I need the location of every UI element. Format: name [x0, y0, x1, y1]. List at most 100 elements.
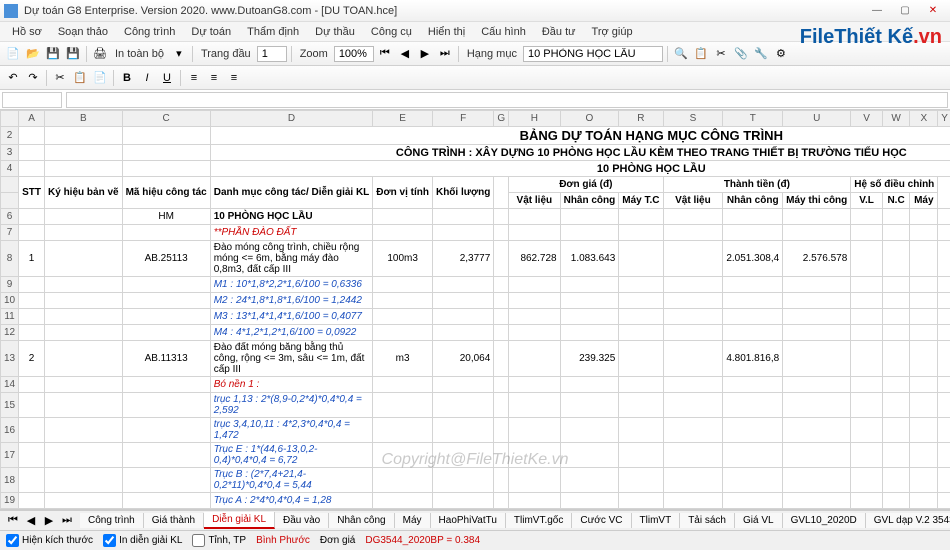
sheet-tab[interactable]: GVL10_2020D — [783, 513, 866, 528]
tool-a[interactable]: 🔍 — [672, 45, 690, 63]
bold-icon[interactable]: B — [118, 69, 136, 87]
col-header[interactable]: F — [432, 111, 493, 127]
data-row[interactable]: 11M3 : 13*1,4*1,4*1,6/100 = 0,4077 — [1, 309, 950, 325]
data-row[interactable]: 132AB.11313Đào đất móng băng bằng thủ cô… — [1, 341, 950, 377]
sheet-tab[interactable]: Máy — [395, 513, 431, 528]
open-icon[interactable]: 📂 — [24, 45, 42, 63]
col-header[interactable]: U — [783, 111, 851, 127]
data-row[interactable]: 16trục 3,4,10,11 : 4*2,3*0,4*0,4 = 1,472 — [1, 418, 950, 443]
sheet-tab[interactable]: Giá VL — [735, 513, 783, 528]
chk-size[interactable]: Hiện kích thước — [6, 534, 93, 547]
data-row[interactable]: 6HM10 PHÒNG HỌC LẦU — [1, 209, 950, 225]
col-header[interactable]: R — [619, 111, 663, 127]
col-header[interactable]: Y — [938, 111, 950, 127]
sheet-tab[interactable]: Nhân công — [329, 513, 394, 528]
dropdown-icon[interactable]: ▾ — [170, 45, 188, 63]
tab-nav[interactable]: ▶ — [40, 512, 58, 530]
col-header[interactable]: W — [882, 111, 909, 127]
data-row[interactable]: 18Trục B : (2*7,4+21,4-0,2*11)*0,4*0,4 =… — [1, 468, 950, 493]
col-header[interactable]: X — [910, 111, 938, 127]
next-page-icon[interactable]: ▶ — [416, 45, 434, 63]
sheet-tab[interactable]: Giá thành — [144, 513, 204, 528]
data-row[interactable]: 15trục 1,13 : 2*(8,9-0,2*4)*0,4*0,4 = 2,… — [1, 393, 950, 418]
spreadsheet-grid[interactable]: ABCDEFGHORSTUVWXYZAAABAKALAM2BẢNG DỰ TOÁ… — [0, 110, 950, 510]
sheet-tab[interactable]: HaoPhiVatTu — [431, 513, 506, 528]
sheet-tab[interactable]: TlimVT — [632, 513, 681, 528]
menu-Cấu hình[interactable]: Cấu hình — [473, 24, 534, 40]
data-row[interactable]: 17Trục E : 1*(44,6-13,0,2-0,4)*0,4*0,4 =… — [1, 443, 950, 468]
sheet-tab[interactable]: Đầu vào — [275, 513, 329, 528]
cell-name-box[interactable] — [2, 92, 62, 108]
data-row[interactable]: 10M2 : 24*1,8*1,8*1,6/100 = 1,2442 — [1, 293, 950, 309]
new-icon[interactable]: 📄 — [4, 45, 22, 63]
col-header[interactable]: S — [663, 111, 723, 127]
brand-logo: FileThiết Kế.vn — [800, 26, 942, 49]
paste-icon[interactable]: 📄 — [91, 69, 109, 87]
tool-c[interactable]: ✂ — [712, 45, 730, 63]
saveall-icon[interactable]: 💾 — [64, 45, 82, 63]
save-icon[interactable]: 💾 — [44, 45, 62, 63]
chk-diengiai[interactable]: In diễn giải KL — [103, 534, 182, 547]
sheet-tab[interactable]: Cước VC — [572, 513, 631, 528]
tab-nav[interactable]: ⏮ — [4, 512, 22, 530]
redo-icon[interactable]: ↷ — [24, 69, 42, 87]
tool-f[interactable]: ⚙ — [772, 45, 790, 63]
close-button[interactable]: ✕ — [920, 2, 946, 20]
sheet-tab[interactable]: Công trình — [80, 513, 144, 528]
col-header[interactable]: G — [494, 111, 509, 127]
col-header[interactable]: E — [373, 111, 433, 127]
tab-nav[interactable]: ⏭ — [58, 512, 76, 530]
col-header[interactable]: B — [45, 111, 123, 127]
menu-Dự thầu[interactable]: Dự thầu — [307, 24, 363, 40]
align-left-icon[interactable]: ≡ — [185, 69, 203, 87]
col-header[interactable]: A — [19, 111, 45, 127]
menu-Soạn thảo[interactable]: Soạn thảo — [50, 24, 116, 40]
col-header[interactable]: D — [210, 111, 373, 127]
copy-icon[interactable]: 📋 — [71, 69, 89, 87]
col-header[interactable]: T — [723, 111, 783, 127]
formula-input[interactable] — [66, 92, 948, 108]
data-row[interactable]: 20Bó nền 2 : 2*6,5*0,4*0,4 = 2,08 — [1, 509, 950, 511]
sheet-tab[interactable]: TlimVT.gốc — [506, 513, 572, 528]
tool-b[interactable]: 📋 — [692, 45, 710, 63]
data-row[interactable]: 14Bó nền 1 : — [1, 377, 950, 393]
page-input[interactable] — [257, 46, 287, 62]
chk-tinh[interactable]: Tỉnh, TP — [192, 534, 246, 547]
data-row[interactable]: 7**PHẦN ĐÀO ĐẤT — [1, 225, 950, 241]
print-icon[interactable]: 🖨 — [91, 45, 109, 63]
col-header[interactable]: C — [122, 111, 210, 127]
cut-icon[interactable]: ✂ — [51, 69, 69, 87]
menu-Thẩm định[interactable]: Thẩm định — [239, 24, 307, 40]
menu-Đầu tư[interactable]: Đầu tư — [534, 24, 584, 40]
col-header[interactable]: H — [509, 111, 561, 127]
col-header[interactable]: V — [851, 111, 883, 127]
data-row[interactable]: 81AB.25113Đào móng công trình, chiều rộn… — [1, 241, 950, 277]
data-row[interactable]: 9M1 : 10*1,8*2,2*1,6/100 = 0,6336 — [1, 277, 950, 293]
tool-e[interactable]: 🔧 — [752, 45, 770, 63]
menu-Hiển thị[interactable]: Hiển thị — [420, 24, 473, 40]
sheet-tab[interactable]: Tải sách — [680, 513, 735, 528]
menu-Hồ sơ[interactable]: Hồ sơ — [4, 24, 50, 40]
menu-Công trình[interactable]: Công trình — [116, 24, 183, 40]
tab-nav[interactable]: ◀ — [22, 512, 40, 530]
hangmuc-input[interactable] — [523, 46, 663, 62]
italic-icon[interactable]: I — [138, 69, 156, 87]
align-center-icon[interactable]: ≡ — [205, 69, 223, 87]
menu-Trợ giúp[interactable]: Trợ giúp — [584, 24, 641, 40]
data-row[interactable]: 12M4 : 4*1,2*1,2*1,6/100 = 0,0922 — [1, 325, 950, 341]
zoom-input[interactable] — [334, 46, 374, 62]
col-header[interactable]: O — [560, 111, 619, 127]
first-page-icon[interactable]: ⏮ — [376, 45, 394, 63]
maximize-button[interactable]: ▢ — [892, 2, 918, 20]
menu-Công cụ[interactable]: Công cụ — [363, 24, 420, 40]
last-page-icon[interactable]: ⏭ — [436, 45, 454, 63]
data-row[interactable]: 19Trục A : 2*4*0,4*0,4 = 1,28 — [1, 493, 950, 509]
undo-icon[interactable]: ↶ — [4, 69, 22, 87]
underline-icon[interactable]: U — [158, 69, 176, 87]
minimize-button[interactable]: — — [864, 2, 890, 20]
tool-d[interactable]: 📎 — [732, 45, 750, 63]
menu-Dự toán[interactable]: Dự toán — [183, 24, 239, 40]
prev-page-icon[interactable]: ◀ — [396, 45, 414, 63]
sheet-tab[interactable]: GVL dạp V.2 3543.20 — [866, 513, 950, 528]
align-right-icon[interactable]: ≡ — [225, 69, 243, 87]
